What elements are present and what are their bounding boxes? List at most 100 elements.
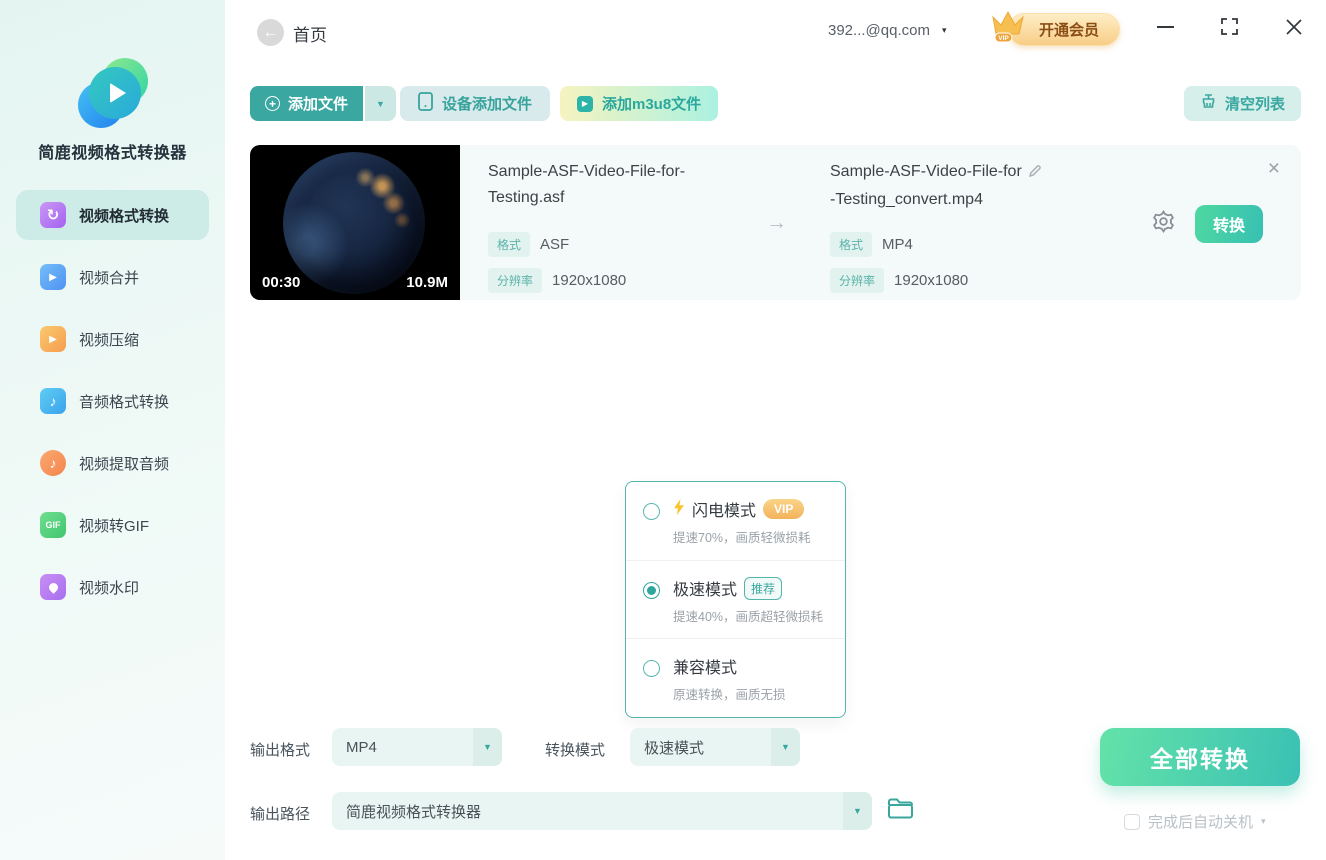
audio-convert-icon: ♪	[40, 388, 66, 414]
sidebar-item-watermark[interactable]: 视频水印	[16, 562, 209, 612]
video-filesize: 10.9M	[406, 274, 448, 291]
vip-upgrade-button[interactable]: VIP 开通会员	[992, 10, 1121, 46]
output-path-label: 输出路径	[250, 806, 311, 823]
video-duration: 00:30	[262, 274, 301, 291]
add-m3u8-button[interactable]: ▶ 添加m3u8文件	[560, 86, 719, 121]
sidebar-item-video-convert[interactable]: ↻ 视频格式转换	[16, 190, 209, 240]
mode-description: 原速转换，画质无损	[673, 688, 786, 702]
vip-crown-icon: VIP	[987, 7, 1027, 50]
radio-flash-mode[interactable]	[643, 503, 660, 520]
open-folder-icon[interactable]	[887, 797, 914, 825]
lightning-bolt-icon	[673, 498, 685, 520]
close-button[interactable]	[1285, 18, 1302, 35]
source-file-info: Sample-ASF-Video-File-for- Testing.asf 格…	[488, 159, 748, 293]
chevron-down-icon: ▾	[941, 25, 947, 35]
video-file-icon: ▶	[577, 95, 593, 112]
mode-option-compatible[interactable]: 兼容模式 原速转换，画质无损	[626, 638, 845, 716]
target-filename: Sample-ASF-Video-File-for -Testing_conve…	[830, 159, 1110, 213]
shutdown-checkbox[interactable]	[1124, 813, 1140, 830]
add-file-label: 添加文件	[288, 96, 349, 113]
resolution-badge: 分辨率	[830, 268, 885, 293]
arrow-right-icon: →	[766, 211, 787, 234]
shutdown-label: 完成后自动关机	[1148, 814, 1254, 831]
video-to-gif-icon: GIF	[40, 512, 66, 538]
output-path-select[interactable]: 简鹿视频格式转换器 ▼	[332, 792, 872, 830]
window-controls	[1157, 18, 1302, 35]
video-convert-icon: ↻	[40, 202, 66, 228]
add-m3u8-label: 添加m3u8文件	[602, 96, 702, 113]
phone-icon	[418, 92, 433, 115]
output-format-label: 输出格式	[250, 742, 311, 759]
sidebar-item-label: 音频格式转换	[79, 393, 170, 411]
target-file-info: Sample-ASF-Video-File-for -Testing_conve…	[830, 159, 1110, 293]
file-settings-gear-icon[interactable]	[1151, 209, 1176, 239]
sidebar-item-video-to-gif[interactable]: GIF 视频转GIF	[16, 500, 209, 550]
output-format-select[interactable]: MP4 ▼	[332, 728, 502, 766]
clear-list-button[interactable]: 清空列表	[1183, 86, 1301, 121]
minimize-button[interactable]	[1157, 18, 1174, 35]
sidebar-item-label: 视频压缩	[79, 331, 140, 349]
account-menu[interactable]: 392...@qq.com ▾	[828, 22, 946, 39]
app-title: 简鹿视频格式转换器	[38, 145, 187, 162]
sidebar-item-video-merge[interactable]: ▶ 视频合并	[16, 252, 209, 302]
format-badge: 格式	[830, 232, 873, 257]
sidebar-item-audio-extract[interactable]: ♪ 视频提取音频	[16, 438, 209, 488]
device-add-file-label: 设备添加文件	[442, 96, 533, 113]
add-file-split-button: + 添加文件 ▼	[250, 86, 397, 121]
maximize-button[interactable]	[1221, 18, 1238, 35]
convert-button[interactable]: 转换	[1195, 205, 1263, 243]
plus-icon: +	[265, 96, 280, 111]
file-row: 00:30 10.9M Sample-ASF-Video-File-for- T…	[250, 145, 1301, 300]
chevron-down-icon: ▼	[771, 728, 800, 766]
radio-fast-mode[interactable]	[643, 582, 660, 599]
video-merge-icon: ▶	[40, 264, 66, 290]
radio-compatible-mode[interactable]	[643, 660, 660, 677]
mode-description: 提速40%，画质超轻微损耗	[673, 610, 824, 624]
back-arrow-icon: ←	[262, 23, 279, 41]
convert-mode-select[interactable]: 极速模式 ▼	[630, 728, 800, 766]
sidebar: 简鹿视频格式转换器 ↻ 视频格式转换 ▶ 视频合并 ▶ 视频压缩 ♪ 音频格式转…	[0, 0, 225, 860]
convert-mode-popup: 闪电模式 VIP 提速70%，画质轻微损耗 极速模式 推荐 提速40%，画质超轻…	[625, 481, 846, 718]
account-email: 392...@qq.com	[828, 22, 930, 39]
audio-extract-icon: ♪	[40, 450, 66, 476]
sidebar-item-label: 视频格式转换	[79, 207, 170, 225]
broom-icon	[1200, 93, 1217, 114]
output-path-value: 简鹿视频格式转换器	[346, 803, 482, 821]
add-file-button[interactable]: + 添加文件	[250, 86, 364, 121]
convert-all-button[interactable]: 全部转换	[1100, 728, 1300, 786]
sidebar-item-label: 视频提取音频	[79, 455, 170, 473]
source-filename: Sample-ASF-Video-File-for- Testing.asf	[488, 163, 686, 206]
chevron-down-icon: ▼	[473, 728, 502, 766]
format-badge: 格式	[488, 232, 531, 257]
chevron-down-icon: ▼	[843, 792, 872, 830]
remove-file-icon[interactable]: ×	[1268, 157, 1280, 181]
sidebar-item-video-compress[interactable]: ▶ 视频压缩	[16, 314, 209, 364]
source-format-value: ASF	[540, 236, 570, 253]
mode-title: 兼容模式	[673, 660, 738, 677]
thumbnail-earth-image	[283, 152, 425, 294]
chevron-down-icon: ▾	[1261, 816, 1266, 826]
convert-mode-label: 转换模式	[545, 742, 606, 759]
vip-badge: VIP	[763, 499, 805, 519]
vip-button-label: 开通会员	[1039, 22, 1100, 39]
sidebar-item-audio-convert[interactable]: ♪ 音频格式转换	[16, 376, 209, 426]
sidebar-item-label: 视频水印	[79, 579, 140, 597]
device-add-file-button[interactable]: 设备添加文件	[400, 86, 551, 121]
video-thumbnail: 00:30 10.9M	[250, 145, 460, 300]
edit-filename-icon[interactable]	[1028, 165, 1042, 182]
watermark-icon	[40, 574, 66, 600]
sidebar-item-label: 视频转GIF	[79, 517, 149, 535]
app-logo-icon	[78, 58, 150, 130]
mode-option-flash[interactable]: 闪电模式 VIP 提速70%，画质轻微损耗	[626, 482, 845, 560]
shutdown-after-finish-option[interactable]: 完成后自动关机 ▾	[1124, 811, 1266, 832]
back-button[interactable]: ←	[257, 19, 284, 46]
mode-title: 极速模式	[673, 582, 738, 599]
source-resolution-value: 1920x1080	[552, 272, 627, 289]
app-window: 简鹿视频格式转换器 ↻ 视频格式转换 ▶ 视频合并 ▶ 视频压缩 ♪ 音频格式转…	[0, 0, 1326, 860]
add-file-dropdown-button[interactable]: ▼	[365, 86, 397, 121]
clear-list-label: 清空列表	[1224, 96, 1285, 113]
page-title: 首页	[293, 26, 327, 45]
mode-title: 闪电模式	[692, 503, 757, 520]
resolution-badge: 分辨率	[488, 268, 543, 293]
mode-option-fast[interactable]: 极速模式 推荐 提速40%，画质超轻微损耗	[626, 560, 845, 638]
